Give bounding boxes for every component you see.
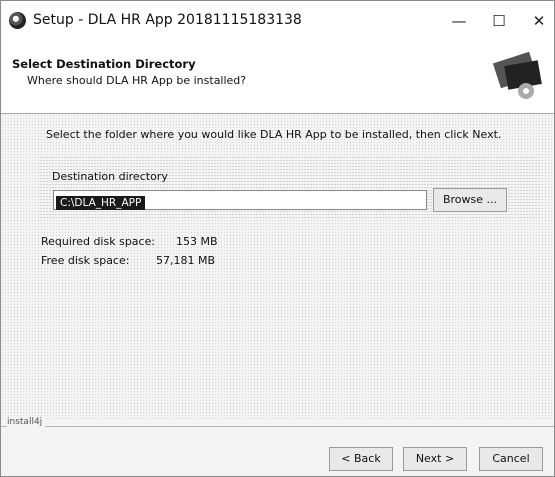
wizard-header: Select Destination Directory Where shoul… [1,41,554,114]
window-title: Setup - DLA HR App 20181115183138 [33,12,302,28]
free-space-value: 57,181 MB [156,254,216,267]
instruction-text: Select the folder where you would like D… [46,128,502,141]
wizard-logo-icon [492,51,542,99]
back-button[interactable]: < Back [329,447,393,471]
footer-divider [1,426,554,427]
cancel-button[interactable]: Cancel [479,447,543,471]
maximize-button[interactable]: ☐ [479,7,519,35]
next-button[interactable]: Next > [403,447,467,471]
title-bar[interactable]: Setup - DLA HR App 20181115183138 — ☐ ✕ [1,1,554,41]
close-button[interactable]: ✕ [519,7,554,35]
free-space-label: Free disk space: [41,254,130,267]
setup-window: Setup - DLA HR App 20181115183138 — ☐ ✕ … [0,0,555,477]
destination-label: Destination directory [52,170,168,183]
setup-app-icon [9,12,26,29]
required-space-value: 153 MB [176,235,218,248]
browse-button[interactable]: Browse ... [433,188,507,212]
destination-path-value: C:\DLA_HR_APP [56,196,146,210]
page-subtitle: Where should DLA HR App be installed? [27,74,247,87]
minimize-button[interactable]: — [439,7,479,35]
installer-brand: install4j [7,417,46,427]
destination-directory-input[interactable]: C:\DLA_HR_APP [53,190,427,210]
page-title: Select Destination Directory [12,57,196,71]
required-space-label: Required disk space: [41,235,156,248]
